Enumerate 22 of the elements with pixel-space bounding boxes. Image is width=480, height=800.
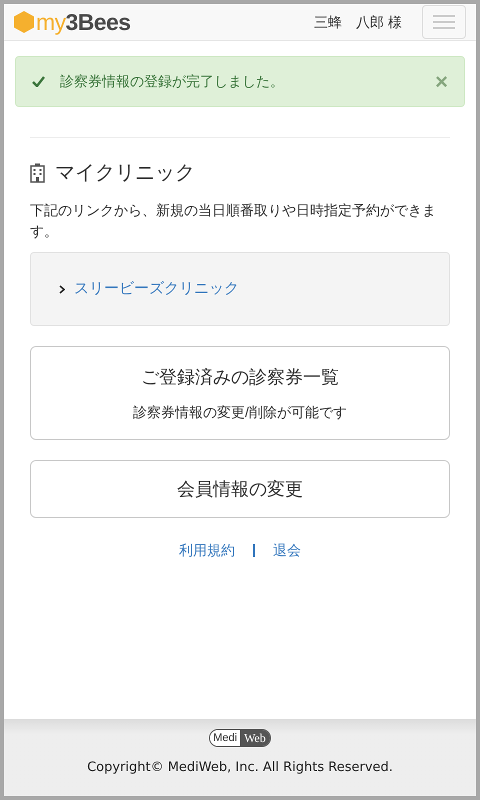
logo-text: my3Bees <box>36 10 130 34</box>
section-description: 下記のリンクから、新規の当日順番取りや日時指定予約ができます。 <box>30 201 437 241</box>
building-icon <box>30 163 45 183</box>
card-subtitle: 診察券情報の変更/削除が可能です <box>133 402 347 422</box>
close-button[interactable]: × <box>435 70 448 92</box>
card-button[interactable]: 会員情報の変更 <box>30 460 450 518</box>
hexagon-icon <box>14 11 34 33</box>
card-title: 会員情報の変更 <box>177 478 303 500</box>
user-name: 三蜂 八郎 様 <box>314 12 402 32</box>
card-title: ご登録済みの診察券一覧 <box>141 366 339 388</box>
footer-link[interactable]: 退会 <box>273 540 301 561</box>
section-title: マイクリニック <box>55 161 195 186</box>
clinic-link[interactable]: スリービーズクリニック <box>74 278 239 300</box>
card-button[interactable]: ご登録済みの診察券一覧 診察券情報の変更/削除が可能です <box>30 346 450 440</box>
footer-link[interactable]: 利用規約 <box>179 540 235 561</box>
menu-button[interactable] <box>422 5 466 39</box>
checkmark-icon <box>32 76 45 87</box>
chevron-right-icon <box>59 284 65 294</box>
logo[interactable]: my3Bees <box>14 10 130 34</box>
copyright-text: Copyright© MediWeb, Inc. All Rights Reserved. <box>87 759 393 777</box>
company-logo: Medi Web <box>209 729 271 747</box>
alert-message: 診察券情報の登録が完了しました。 <box>60 72 285 91</box>
